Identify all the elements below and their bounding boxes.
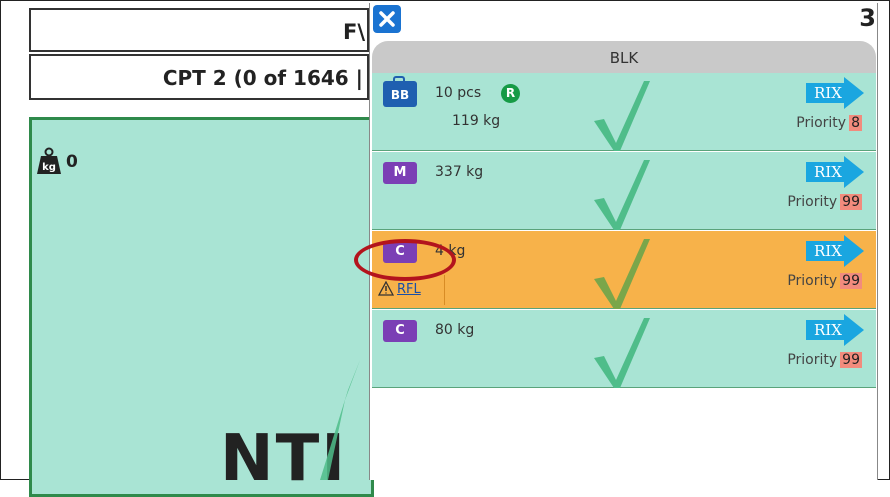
cargo-item[interactable]: C 80 kg RIX Priority 99 — [372, 310, 876, 388]
item-weight: 337 kg — [435, 164, 484, 180]
priority-label: Priority — [796, 115, 847, 131]
weight-value: 0 — [66, 152, 78, 172]
cargo-item[interactable]: BB 10 pcs R 119 kg RIX Priority 8 — [372, 73, 876, 151]
priority-value: 99 — [840, 273, 862, 289]
destination-label: RIX — [814, 163, 842, 181]
destination-button[interactable]: RIX — [806, 235, 864, 267]
destination-button[interactable]: RIX — [806, 156, 864, 188]
priority: Priority 8 — [796, 115, 862, 131]
cpt-header: CPT 2 (0 of 1646 | — [29, 54, 369, 100]
kg-weight-icon: kg — [37, 147, 61, 174]
warning-icon — [377, 280, 395, 296]
priority-value: 8 — [849, 115, 862, 131]
check-icon — [320, 360, 360, 480]
item-pieces: 10 pcs — [435, 85, 482, 101]
priority: Priority 99 — [787, 273, 862, 289]
destination-button[interactable]: RIX — [806, 77, 864, 109]
close-icon — [379, 11, 395, 27]
item-weight: 119 kg — [452, 113, 501, 129]
item-weight: 80 kg — [435, 322, 475, 338]
destination-label: RIX — [814, 242, 842, 260]
bb-tag: BB — [383, 76, 417, 107]
check-icon — [594, 160, 650, 230]
flight-header: F\ — [29, 8, 369, 52]
r-badge: R — [501, 84, 520, 103]
destination-button[interactable]: RIX — [806, 314, 864, 346]
section-header: BLK — [372, 41, 876, 73]
priority-value: 99 — [840, 194, 862, 210]
c-tag: C — [383, 320, 417, 342]
check-icon — [594, 239, 650, 309]
flight-header-text: F\ — [342, 20, 365, 44]
close-button[interactable] — [373, 5, 401, 33]
m-tag: M — [383, 162, 417, 184]
priority-label: Priority — [787, 352, 838, 368]
popup-count: 3 — [859, 4, 876, 32]
cargo-item[interactable]: M 337 kg RIX Priority 99 — [372, 152, 876, 230]
destination-label: RIX — [814, 321, 842, 339]
check-icon — [594, 318, 650, 388]
warning-link[interactable]: RFL — [377, 280, 421, 297]
priority-value: 99 — [840, 352, 862, 368]
check-icon — [594, 81, 650, 151]
priority-label: Priority — [787, 194, 838, 210]
warning-label: RFL — [397, 282, 421, 297]
annotation-circle — [354, 239, 456, 281]
priority: Priority 99 — [787, 194, 862, 210]
priority: Priority 99 — [787, 352, 862, 368]
destination-label: RIX — [814, 84, 842, 102]
svg-text:kg: kg — [42, 162, 56, 173]
cpt-text: CPT 2 (0 of 1646 | — [162, 66, 363, 90]
priority-label: Priority — [787, 273, 838, 289]
